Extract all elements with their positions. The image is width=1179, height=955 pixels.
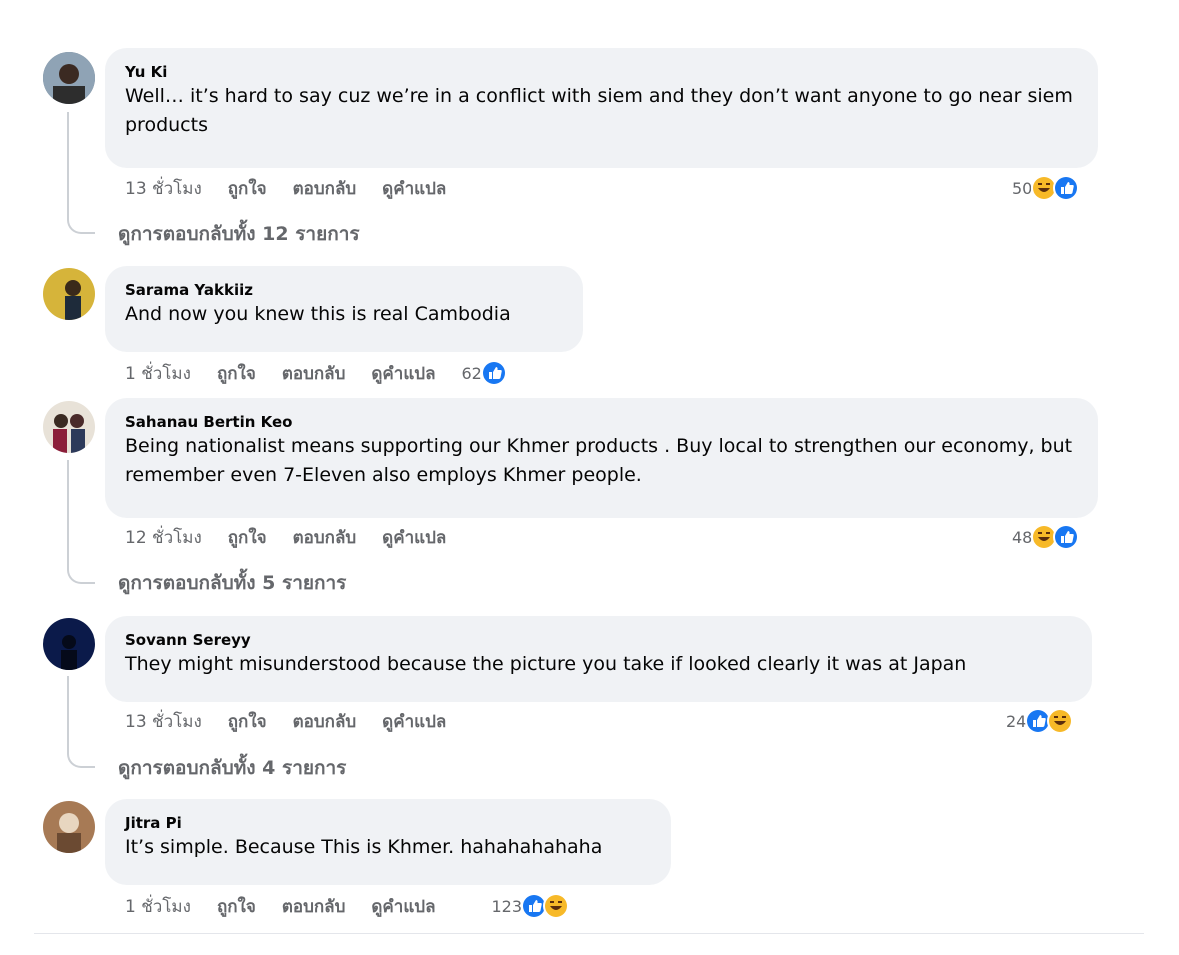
haha-reaction-icon [1047,708,1074,734]
reaction-count: 48 [1012,527,1033,547]
reaction-summary[interactable]: 24 [1006,707,1074,735]
avatar[interactable] [43,401,95,453]
translate-button[interactable]: ดูคำแปล [382,708,446,735]
comment-text: Being nationalist means supporting our K… [125,435,1073,486]
reply-thread-line [67,460,95,584]
comment-time[interactable]: 1 ชั่วโมง [125,360,191,387]
reply-button[interactable]: ตอบกลับ [293,708,357,735]
comment-bubble: Jitra Pi It’s simple. Because This is Kh… [105,799,671,885]
comment-text: They might misunderstood because the pic… [125,653,967,675]
view-replies-link[interactable]: ดูการตอบกลับทั้ง 5 รายการ [118,568,346,598]
comment-text: And now you knew this is real Cambodia [125,303,511,325]
reply-button[interactable]: ตอบกลับ [282,893,346,920]
like-reaction-icon [1053,524,1080,550]
reaction-count: 50 [1012,178,1033,198]
comment-actions: 13 ชั่วโมง ถูกใจ ตอบกลับ ดูคำแปล [125,707,472,735]
avatar[interactable] [43,618,95,670]
comment-bubble: Sovann Sereyy They might misunderstood b… [105,616,1092,702]
avatar[interactable] [43,801,95,853]
comment-time[interactable]: 12 ชั่วโมง [125,524,202,551]
comment-time[interactable]: 13 ชั่วโมง [125,175,202,202]
comment-author[interactable]: Yu Ki [125,62,1078,82]
like-button[interactable]: ถูกใจ [228,524,267,551]
reply-button[interactable]: ตอบกลับ [282,360,346,387]
comment-bubble: Yu Ki Well… it’s hard to say cuz we’re i… [105,48,1098,168]
like-button[interactable]: ถูกใจ [228,175,267,202]
avatar[interactable] [43,52,95,104]
comment-author[interactable]: Jitra Pi [125,813,651,833]
comment-actions: 1 ชั่วโมง ถูกใจ ตอบกลับ ดูคำแปล 123 [125,892,570,920]
translate-button[interactable]: ดูคำแปล [371,893,435,920]
comment-actions: 1 ชั่วโมง ถูกใจ ตอบกลับ ดูคำแปล 62 [125,359,507,387]
comment-time[interactable]: 13 ชั่วโมง [125,708,202,735]
reply-thread-line [67,676,95,768]
reaction-summary[interactable]: 62 [461,359,507,387]
like-reaction-icon [480,360,507,386]
comment-actions: 12 ชั่วโมง ถูกใจ ตอบกลับ ดูคำแปล [125,523,472,551]
like-button[interactable]: ถูกใจ [217,893,256,920]
reply-button[interactable]: ตอบกลับ [293,175,357,202]
avatar[interactable] [43,268,95,320]
reaction-summary[interactable]: 123 [491,892,570,920]
comment-author[interactable]: Sahanau Bertin Keo [125,412,1078,432]
comment-time[interactable]: 1 ชั่วโมง [125,893,191,920]
view-replies-link[interactable]: ดูการตอบกลับทั้ง 4 รายการ [118,753,346,783]
translate-button[interactable]: ดูคำแปล [382,524,446,551]
reaction-summary[interactable]: 48 [1012,523,1080,551]
reaction-count: 24 [1006,711,1027,731]
reaction-count: 123 [491,896,523,916]
comment-author[interactable]: Sovann Sereyy [125,630,1072,650]
comment-actions: 13 ชั่วโมง ถูกใจ ตอบกลับ ดูคำแปล [125,174,472,202]
divider [34,933,1144,934]
like-button[interactable]: ถูกใจ [228,708,267,735]
translate-button[interactable]: ดูคำแปล [371,360,435,387]
comment-text: It’s simple. Because This is Khmer. haha… [125,836,603,858]
comment-author[interactable]: Sarama Yakkiiz [125,280,563,300]
like-reaction-icon [1053,175,1080,201]
reply-thread-line [67,112,95,234]
reply-button[interactable]: ตอบกลับ [293,524,357,551]
comment-bubble: Sahanau Bertin Keo Being nationalist mea… [105,398,1098,518]
reaction-count: 62 [461,363,482,383]
like-button[interactable]: ถูกใจ [217,360,256,387]
view-replies-link[interactable]: ดูการตอบกลับทั้ง 12 รายการ [118,219,360,249]
translate-button[interactable]: ดูคำแปล [382,175,446,202]
reaction-summary[interactable]: 50 [1012,174,1080,202]
comment-text: Well… it’s hard to say cuz we’re in a co… [125,85,1073,136]
haha-reaction-icon [543,893,570,919]
comment-bubble: Sarama Yakkiiz And now you knew this is … [105,266,583,352]
